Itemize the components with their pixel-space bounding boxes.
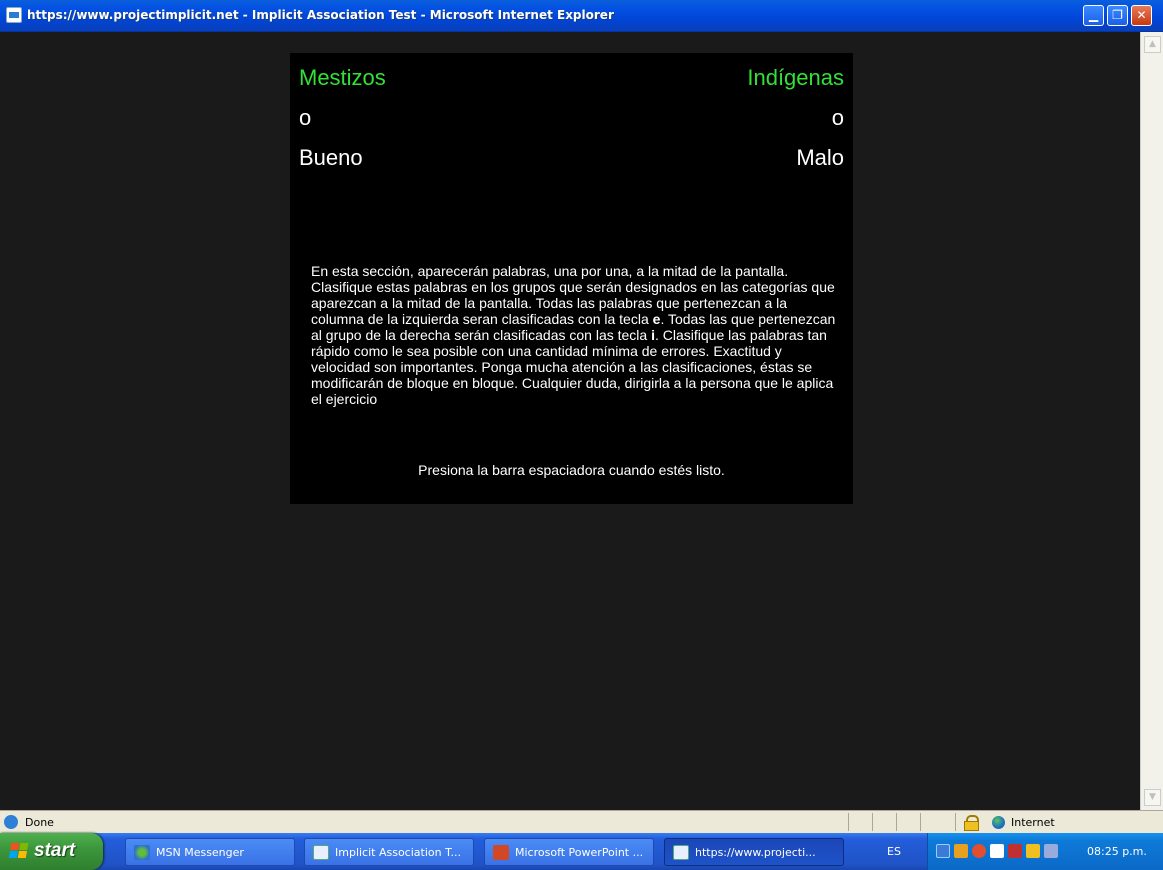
windows-taskbar: start MSN Messenger Implicit Association… [0,833,1163,870]
left-category-label: Mestizos [299,65,386,90]
system-tray: 08:25 p.m. [927,833,1163,870]
taskbar-item-msn-messenger[interactable]: MSN Messenger [125,838,295,866]
ie-page-icon [6,7,22,23]
status-divider [896,813,897,831]
language-indicator[interactable]: ES [887,845,901,858]
lock-icon[interactable] [964,815,979,831]
ie-icon [673,845,689,860]
minimize-button[interactable]: ▁ [1083,5,1104,26]
spacebar-prompt: Presiona la barra espaciadora cuando est… [418,462,725,478]
restore-icon: ❐ [1112,8,1123,22]
status-divider [848,813,849,831]
window-title: https://www.projectimplicit.net - Implic… [27,8,614,22]
scroll-down-arrow-icon[interactable]: ▼ [1144,789,1161,806]
instructions-text: En esta sección, aparecerán palabras, un… [311,263,836,407]
iat-panel: Mestizos Indígenas o o Bueno Malo En est… [290,53,853,504]
ie-page-status-icon [4,815,18,829]
antivirus-tray-icon[interactable] [972,844,986,858]
status-divider [872,813,873,831]
status-text: Done [25,816,54,829]
left-attribute-label: Bueno [299,145,363,170]
start-button[interactable]: start [0,833,103,870]
clock[interactable]: 08:25 p.m. [1087,845,1147,858]
restore-button[interactable]: ❐ [1107,5,1128,26]
task-label: https://www.projecti... [695,846,816,859]
window-titlebar[interactable]: https://www.projectimplicit.net - Implic… [0,0,1163,32]
msn-tray-icon[interactable] [954,844,968,858]
taskbar-item-powerpoint[interactable]: Microsoft PowerPoint ... [484,838,654,866]
close-icon: ✕ [1136,8,1147,22]
ie-icon [313,845,329,860]
msn-icon [134,845,150,860]
minimize-icon: ▁ [1088,8,1099,22]
status-divider [920,813,921,831]
connection-tray-icon[interactable] [1044,844,1058,858]
messenger-tray-icon[interactable] [1026,844,1040,858]
close-button[interactable]: ✕ [1131,5,1152,26]
taskbar-item-https-projectimplicit[interactable]: https://www.projecti... [664,838,844,866]
status-bar: Done Internet [0,810,1163,833]
task-label: Microsoft PowerPoint ... [515,846,644,859]
scroll-up-arrow-icon[interactable]: ▲ [1144,36,1161,53]
right-category-label: Indígenas [747,65,844,90]
vertical-scrollbar[interactable]: ▲ ▼ [1140,32,1163,810]
security-zone-label: Internet [1011,816,1055,829]
start-label: start [34,840,76,861]
left-or-label: o [299,105,312,130]
mail-tray-icon[interactable] [990,844,1004,858]
network-tray-icon[interactable] [936,844,950,858]
task-label: MSN Messenger [156,846,244,859]
taskbar-item-implicit-association[interactable]: Implicit Association T... [304,838,474,866]
task-label: Implicit Association T... [335,846,462,859]
right-or-label: o [831,105,844,130]
windows-logo-icon [8,843,30,859]
internet-zone-icon [992,816,1005,829]
right-attribute-label: Malo [796,145,844,170]
status-divider [955,813,956,831]
alert-tray-icon[interactable] [1008,844,1022,858]
powerpoint-icon [493,845,509,860]
